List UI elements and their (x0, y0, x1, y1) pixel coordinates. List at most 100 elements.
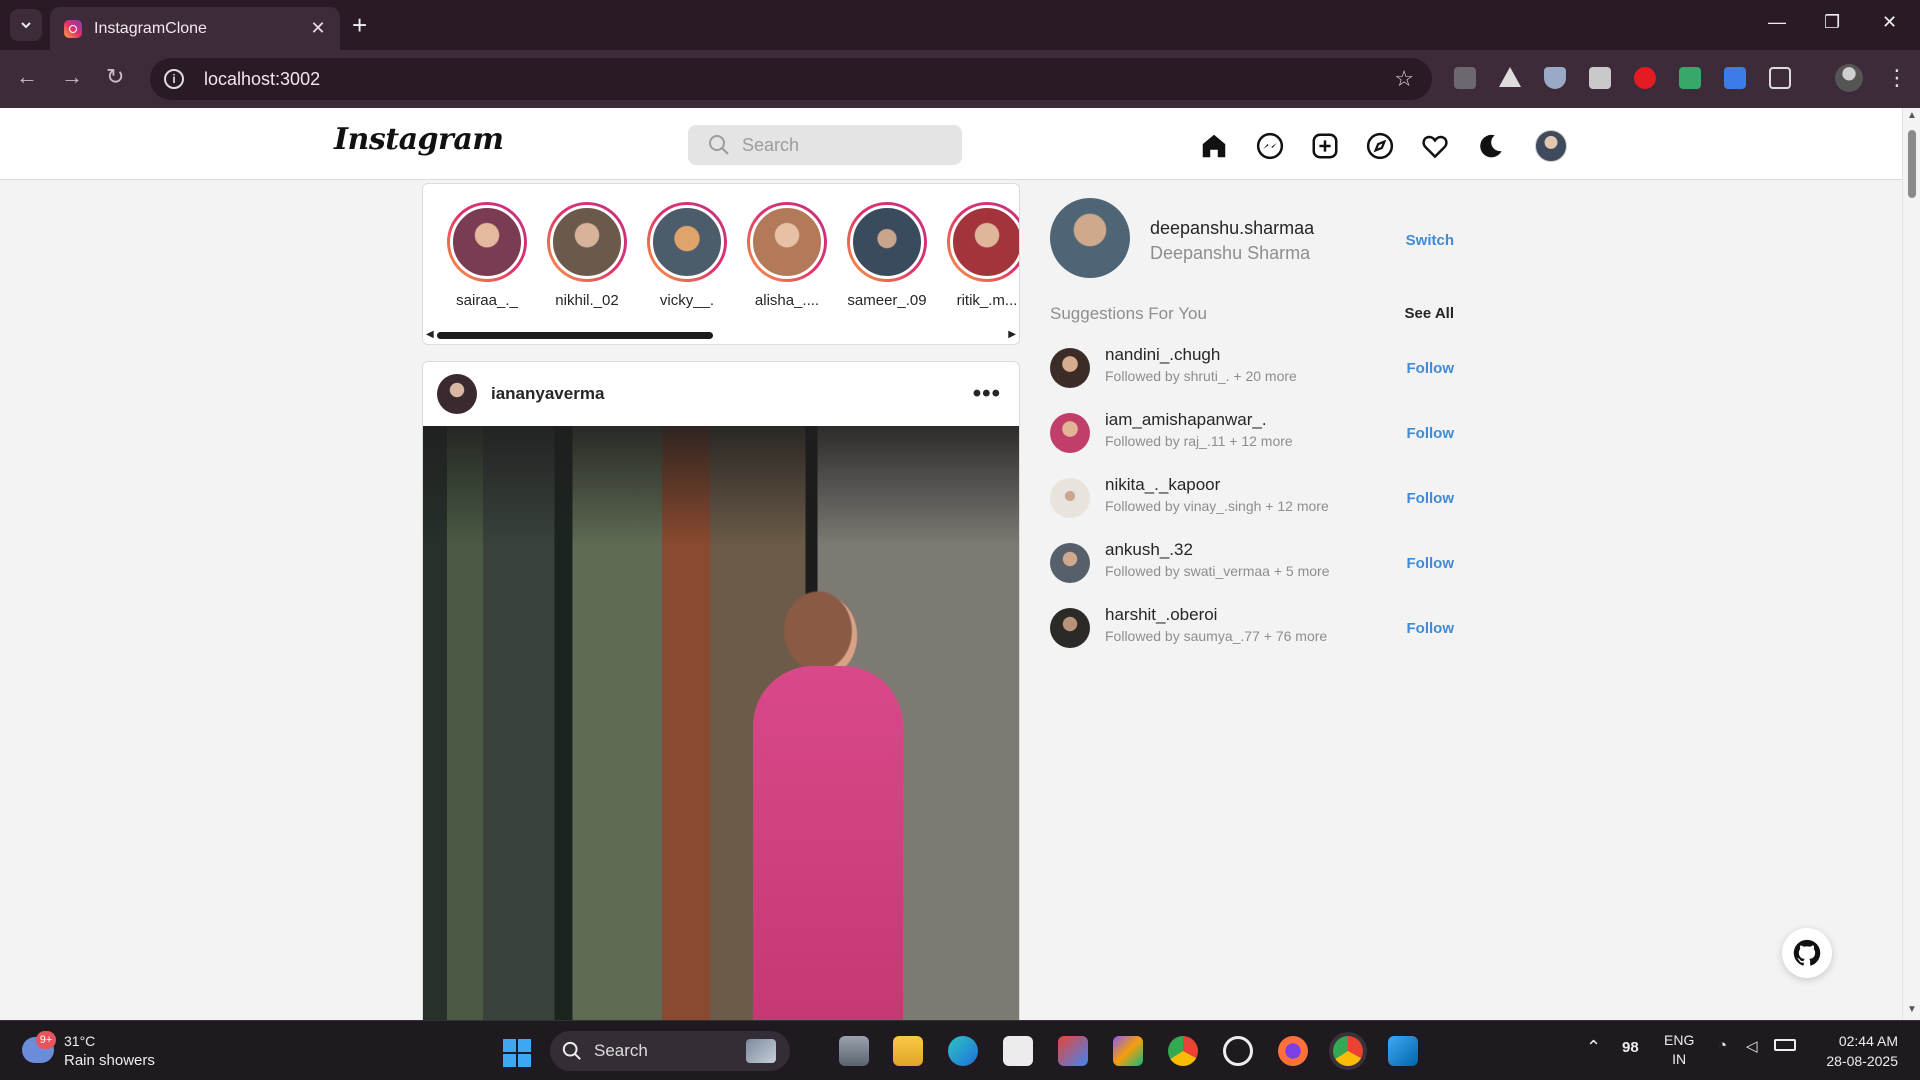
stories-tray: sairaa_._ nikhil._02 vicky__. alisha_...… (422, 183, 1020, 345)
scroll-left-arrow-icon[interactable]: ◀ (426, 329, 434, 340)
suggestion-username[interactable]: harshit_.oberoi (1105, 605, 1217, 625)
post-author-username[interactable]: iananyaverma (491, 384, 973, 404)
browser-tab[interactable]: InstagramClone ✕ (50, 7, 340, 50)
edge-browser-icon[interactable] (948, 1036, 978, 1066)
post-author-avatar[interactable] (437, 374, 477, 414)
weather-widget[interactable]: 9+ 31°C Rain showers (22, 1031, 172, 1071)
messenger-icon[interactable] (1254, 130, 1286, 162)
volume-icon[interactable]: ◁ (1746, 1037, 1758, 1055)
taskbar-search[interactable]: Search (550, 1031, 790, 1071)
forward-button[interactable]: → (61, 66, 83, 88)
file-explorer-icon[interactable] (893, 1036, 923, 1066)
suggestion-username[interactable]: ankush_.32 (1105, 540, 1193, 560)
post-image[interactable] (423, 426, 1019, 1020)
chatgpt-icon[interactable] (1223, 1036, 1253, 1066)
region-code: IN (1672, 1051, 1687, 1067)
heart-icon[interactable] (1419, 130, 1451, 162)
current-user-avatar[interactable] (1050, 198, 1130, 278)
follow-button[interactable]: Follow (1407, 555, 1455, 572)
new-tab-button[interactable]: + (352, 12, 367, 38)
firefox-icon[interactable] (1278, 1036, 1308, 1066)
more-options-icon[interactable]: ••• (973, 382, 1001, 406)
bookmark-star-icon[interactable]: ☆ (1394, 66, 1414, 92)
suggestion-username[interactable]: iam_amishapanwar_. (1105, 410, 1267, 430)
current-username[interactable]: deepanshu.sharmaa (1150, 218, 1314, 239)
see-all-link[interactable]: See All (1405, 305, 1454, 322)
new-post-icon[interactable] (1309, 130, 1341, 162)
story-item[interactable]: nikhil._02 (547, 202, 627, 309)
site-info-icon[interactable]: i (164, 69, 184, 89)
search-box[interactable] (688, 125, 962, 165)
minimize-button[interactable]: — (1768, 12, 1786, 33)
suggestion-avatar[interactable] (1050, 348, 1090, 388)
extension-folder-icon[interactable] (1454, 67, 1476, 89)
tray-number[interactable]: 98 (1622, 1039, 1639, 1056)
suggestion-avatar[interactable] (1050, 478, 1090, 518)
suggestion-username[interactable]: nandini_.chugh (1105, 345, 1220, 365)
extension-drive-icon[interactable] (1499, 67, 1521, 87)
stories-scroll-thumb[interactable] (437, 332, 713, 339)
copilot-icon[interactable] (1113, 1036, 1143, 1066)
suggestion-avatar[interactable] (1050, 608, 1090, 648)
follow-button[interactable]: Follow (1407, 360, 1455, 377)
browser-profile-avatar[interactable] (1835, 64, 1863, 92)
follow-button[interactable]: Follow (1407, 490, 1455, 507)
extension-green-icon[interactable] (1679, 67, 1701, 89)
github-button[interactable] (1782, 928, 1832, 978)
scroll-down-arrow-icon[interactable]: ▼ (1907, 1004, 1917, 1015)
follow-button[interactable]: Follow (1407, 425, 1455, 442)
story-item[interactable]: alisha_.... (747, 202, 827, 309)
close-window-button[interactable]: ✕ (1882, 12, 1897, 33)
suggestions-list: nandini_.chugh Followed by shruti_. + 20… (1050, 342, 1454, 667)
tab-search-dropdown-button[interactable] (10, 9, 42, 41)
extensions-puzzle-icon[interactable] (1769, 67, 1791, 89)
start-button[interactable] (503, 1039, 531, 1067)
follow-button[interactable]: Follow (1407, 620, 1455, 637)
search-input[interactable] (742, 134, 942, 156)
address-bar[interactable]: i localhost:3002 ☆ (150, 58, 1432, 100)
suggestion-avatar[interactable] (1050, 543, 1090, 583)
gmail-icon[interactable] (1058, 1036, 1088, 1066)
stories-scrollbar[interactable]: ◀ ▶ (423, 326, 1019, 344)
restore-button[interactable]: ❐ (1824, 12, 1840, 33)
vscode-icon[interactable] (1388, 1036, 1418, 1066)
reload-button[interactable]: ↻ (106, 66, 124, 88)
system-clock[interactable]: 02:44 AM 28-08-2025 (1818, 1031, 1898, 1071)
task-view-icon[interactable] (839, 1036, 869, 1066)
language-indicator[interactable]: ENG IN (1664, 1031, 1694, 1069)
extension-printer-icon[interactable] (1589, 67, 1611, 89)
explore-compass-icon[interactable] (1364, 130, 1396, 162)
instagram-logo[interactable]: Instagram (334, 122, 504, 157)
url-text[interactable]: localhost:3002 (204, 69, 1394, 90)
extension-docs-icon[interactable] (1724, 67, 1746, 89)
switch-account-link[interactable]: Switch (1406, 232, 1454, 249)
story-item[interactable]: vicky__. (647, 202, 727, 309)
story-username: ritik_.m... (956, 292, 1018, 309)
extension-hand-icon[interactable] (1634, 67, 1656, 89)
show-hidden-icons-chevron-icon[interactable]: ⌃ (1586, 1037, 1601, 1058)
scroll-right-arrow-icon[interactable]: ▶ (1008, 329, 1016, 340)
back-button[interactable]: ← (16, 66, 38, 88)
story-item[interactable]: sairaa_._ (447, 202, 527, 309)
dark-mode-moon-icon[interactable] (1475, 130, 1507, 162)
tab-close-icon[interactable]: ✕ (308, 18, 328, 39)
microsoft-store-icon[interactable] (1003, 1036, 1033, 1066)
browser-menu-icon[interactable]: ⋮ (1886, 64, 1908, 92)
chrome-icon[interactable] (1168, 1036, 1198, 1066)
battery-icon[interactable] (1774, 1039, 1796, 1051)
story-item[interactable]: ritik_.m... (947, 202, 1019, 309)
page-scroll-thumb[interactable] (1908, 130, 1916, 198)
page-scrollbar[interactable]: ▲ ▼ (1902, 108, 1920, 1020)
page-viewport: Instagram sairaa_._ (0, 108, 1902, 1020)
extension-shield-icon[interactable] (1544, 67, 1566, 89)
story-username: sameer_.09 (847, 292, 927, 309)
profile-avatar[interactable] (1535, 130, 1567, 162)
wifi-icon[interactable]: ◔ (1718, 1037, 1727, 1054)
suggestion-followed-by: Followed by saumya_.77 + 76 more (1105, 628, 1328, 644)
scroll-up-arrow-icon[interactable]: ▲ (1907, 110, 1917, 121)
home-icon[interactable] (1198, 130, 1230, 162)
suggestion-username[interactable]: nikita_._kapoor (1105, 475, 1220, 495)
story-item[interactable]: sameer_.09 (847, 202, 927, 309)
chrome-active-icon[interactable] (1333, 1036, 1363, 1066)
suggestion-avatar[interactable] (1050, 413, 1090, 453)
